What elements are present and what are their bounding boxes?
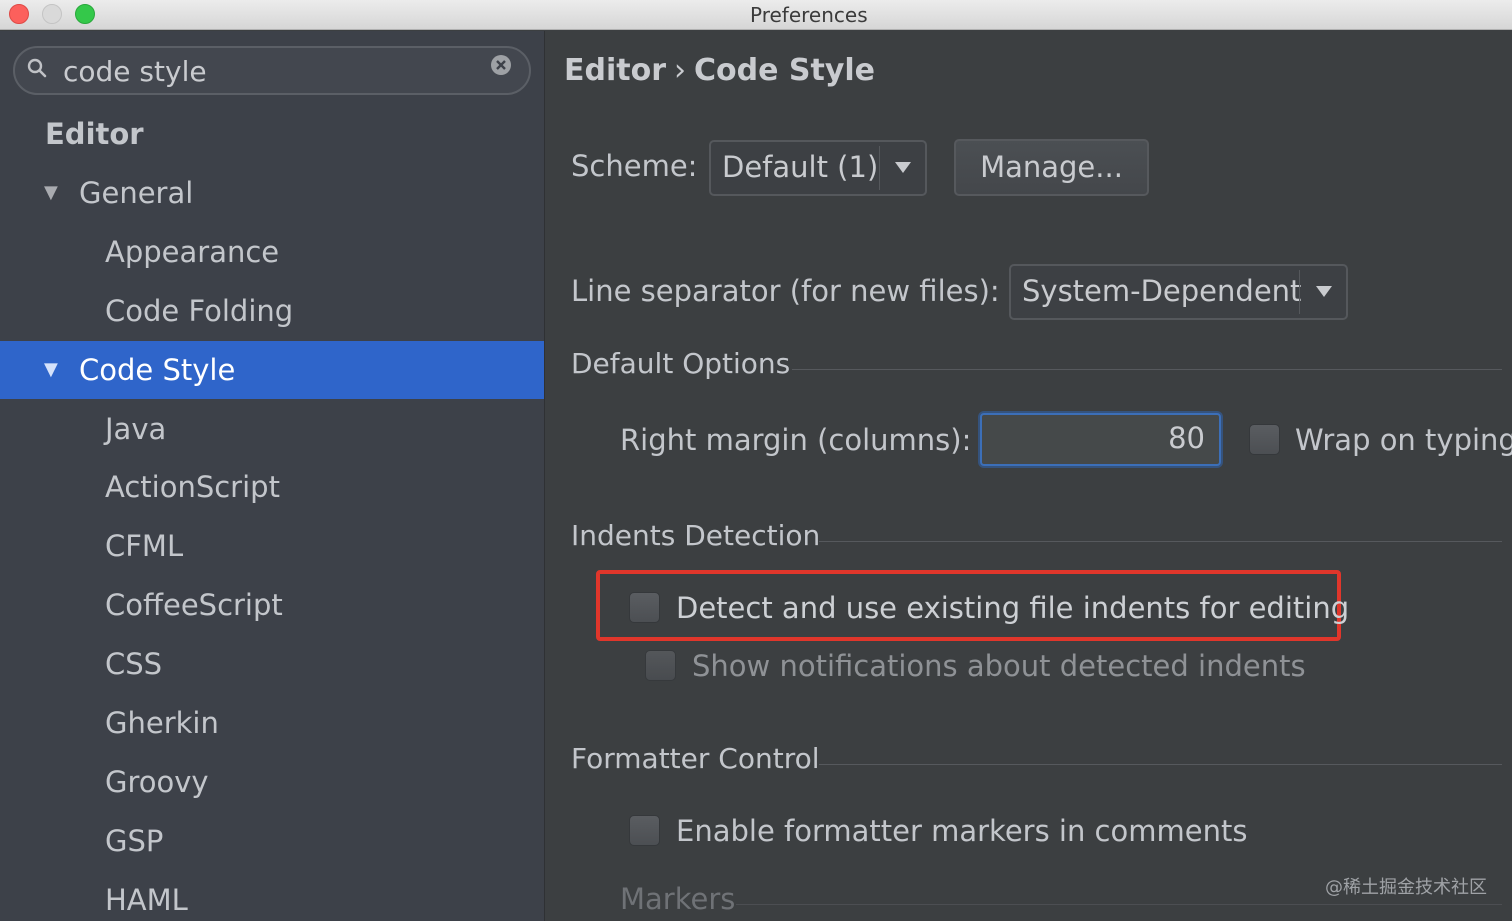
tree-item-label: Appearance	[105, 235, 280, 269]
tree-item-label: GSP	[105, 824, 164, 858]
section-divider	[792, 369, 1502, 370]
breadcrumb-parent: Editor	[564, 53, 666, 88]
tree-item-label: CSS	[105, 647, 163, 681]
tree-item[interactable]: HAML	[0, 871, 544, 921]
tree-item-label: HAML	[105, 883, 188, 917]
search-box[interactable]	[13, 46, 531, 95]
tree-item-label: ActionScript	[105, 470, 280, 504]
dropdown-divider	[1299, 270, 1300, 314]
tree-item[interactable]: ▼ General	[0, 164, 544, 222]
tree-item[interactable]: CoffeeScript	[0, 576, 544, 634]
enable-formatter-markers-label: Enable formatter markers in comments	[676, 814, 1248, 848]
window-title: Preferences	[750, 3, 868, 27]
tree-item-label: Code Folding	[105, 294, 294, 328]
scheme-dropdown[interactable]: Default (1)	[709, 140, 927, 196]
section-divider	[819, 764, 1502, 765]
tree-item[interactable]: GSP	[0, 812, 544, 870]
line-separator-value: System-Dependent	[1022, 274, 1302, 308]
tree-item[interactable]: Groovy	[0, 753, 544, 811]
right-margin-input[interactable]: 80	[980, 413, 1221, 466]
detect-indents-label: Detect and use existing file indents for…	[676, 591, 1350, 625]
dropdown-divider	[879, 146, 880, 190]
chevron-down-icon	[1316, 286, 1332, 297]
tree-item-label: General	[79, 176, 194, 210]
tree-item[interactable]: Editor	[0, 105, 544, 163]
formatter-control-title: Formatter Control	[571, 742, 820, 775]
tree-item-label: Code Style	[79, 353, 236, 387]
tree-item[interactable]: Code Folding	[0, 282, 544, 340]
scheme-label: Scheme:	[571, 149, 698, 183]
show-notifications-checkbox[interactable]	[645, 650, 676, 681]
tree-item-label: Java	[105, 412, 167, 446]
scheme-value: Default (1)	[722, 150, 879, 184]
clear-search-icon[interactable]	[489, 53, 513, 77]
enable-formatter-markers-checkbox[interactable]	[629, 815, 660, 846]
section-divider	[736, 904, 1502, 905]
wrap-on-typing-label: Wrap on typing	[1295, 423, 1512, 457]
chevron-down-icon	[895, 162, 911, 173]
line-separator-label: Line separator (for new files):	[571, 274, 1000, 308]
tree-item-label: Editor	[45, 117, 144, 151]
settings-content: Editor › Code Style Scheme: Default (1) Ma…	[546, 31, 1512, 921]
manage-button[interactable]: Manage...	[954, 139, 1149, 196]
tree-item[interactable]: Java	[0, 400, 544, 458]
indents-detection-title: Indents Detection	[571, 519, 821, 552]
default-options-title: Default Options	[571, 347, 791, 380]
tree-item[interactable]: Appearance	[0, 223, 544, 281]
search-input[interactable]	[63, 54, 483, 88]
settings-sidebar: Editor ▼ General Appearance Code Folding ▼ Cod…	[0, 31, 545, 921]
tree-item[interactable]: ▼ Code Style	[0, 341, 544, 399]
search-icon	[27, 58, 47, 78]
tree-item-label: Gherkin	[105, 706, 219, 740]
wrap-on-typing-checkbox[interactable]	[1249, 424, 1280, 455]
breadcrumb-separator: ›	[674, 53, 686, 88]
show-notifications-label: Show notifications about detected indent…	[692, 649, 1306, 683]
markers-label: Markers	[620, 882, 736, 916]
breadcrumb-current: Code Style	[694, 53, 876, 88]
tree-item[interactable]: CFML	[0, 517, 544, 575]
detect-indents-checkbox[interactable]	[629, 592, 660, 623]
tree-item[interactable]: CSS	[0, 635, 544, 693]
expand-arrow-icon[interactable]: ▼	[44, 164, 58, 222]
title-bar: Preferences	[0, 0, 1512, 30]
expand-arrow-icon[interactable]: ▼	[44, 341, 58, 399]
section-divider	[819, 541, 1502, 542]
breadcrumb: Editor › Code Style	[564, 53, 875, 88]
tree-item[interactable]: Gherkin	[0, 694, 544, 752]
tree-item[interactable]: ActionScript	[0, 458, 544, 516]
right-margin-label: Right margin (columns):	[620, 423, 972, 457]
tree-item-label: CoffeeScript	[105, 588, 283, 622]
tree-item-label: CFML	[105, 529, 184, 563]
line-separator-dropdown[interactable]: System-Dependent	[1009, 264, 1348, 320]
watermark: @稀土掘金技术社区	[1325, 877, 1487, 898]
tree-item-label: Groovy	[105, 765, 209, 799]
